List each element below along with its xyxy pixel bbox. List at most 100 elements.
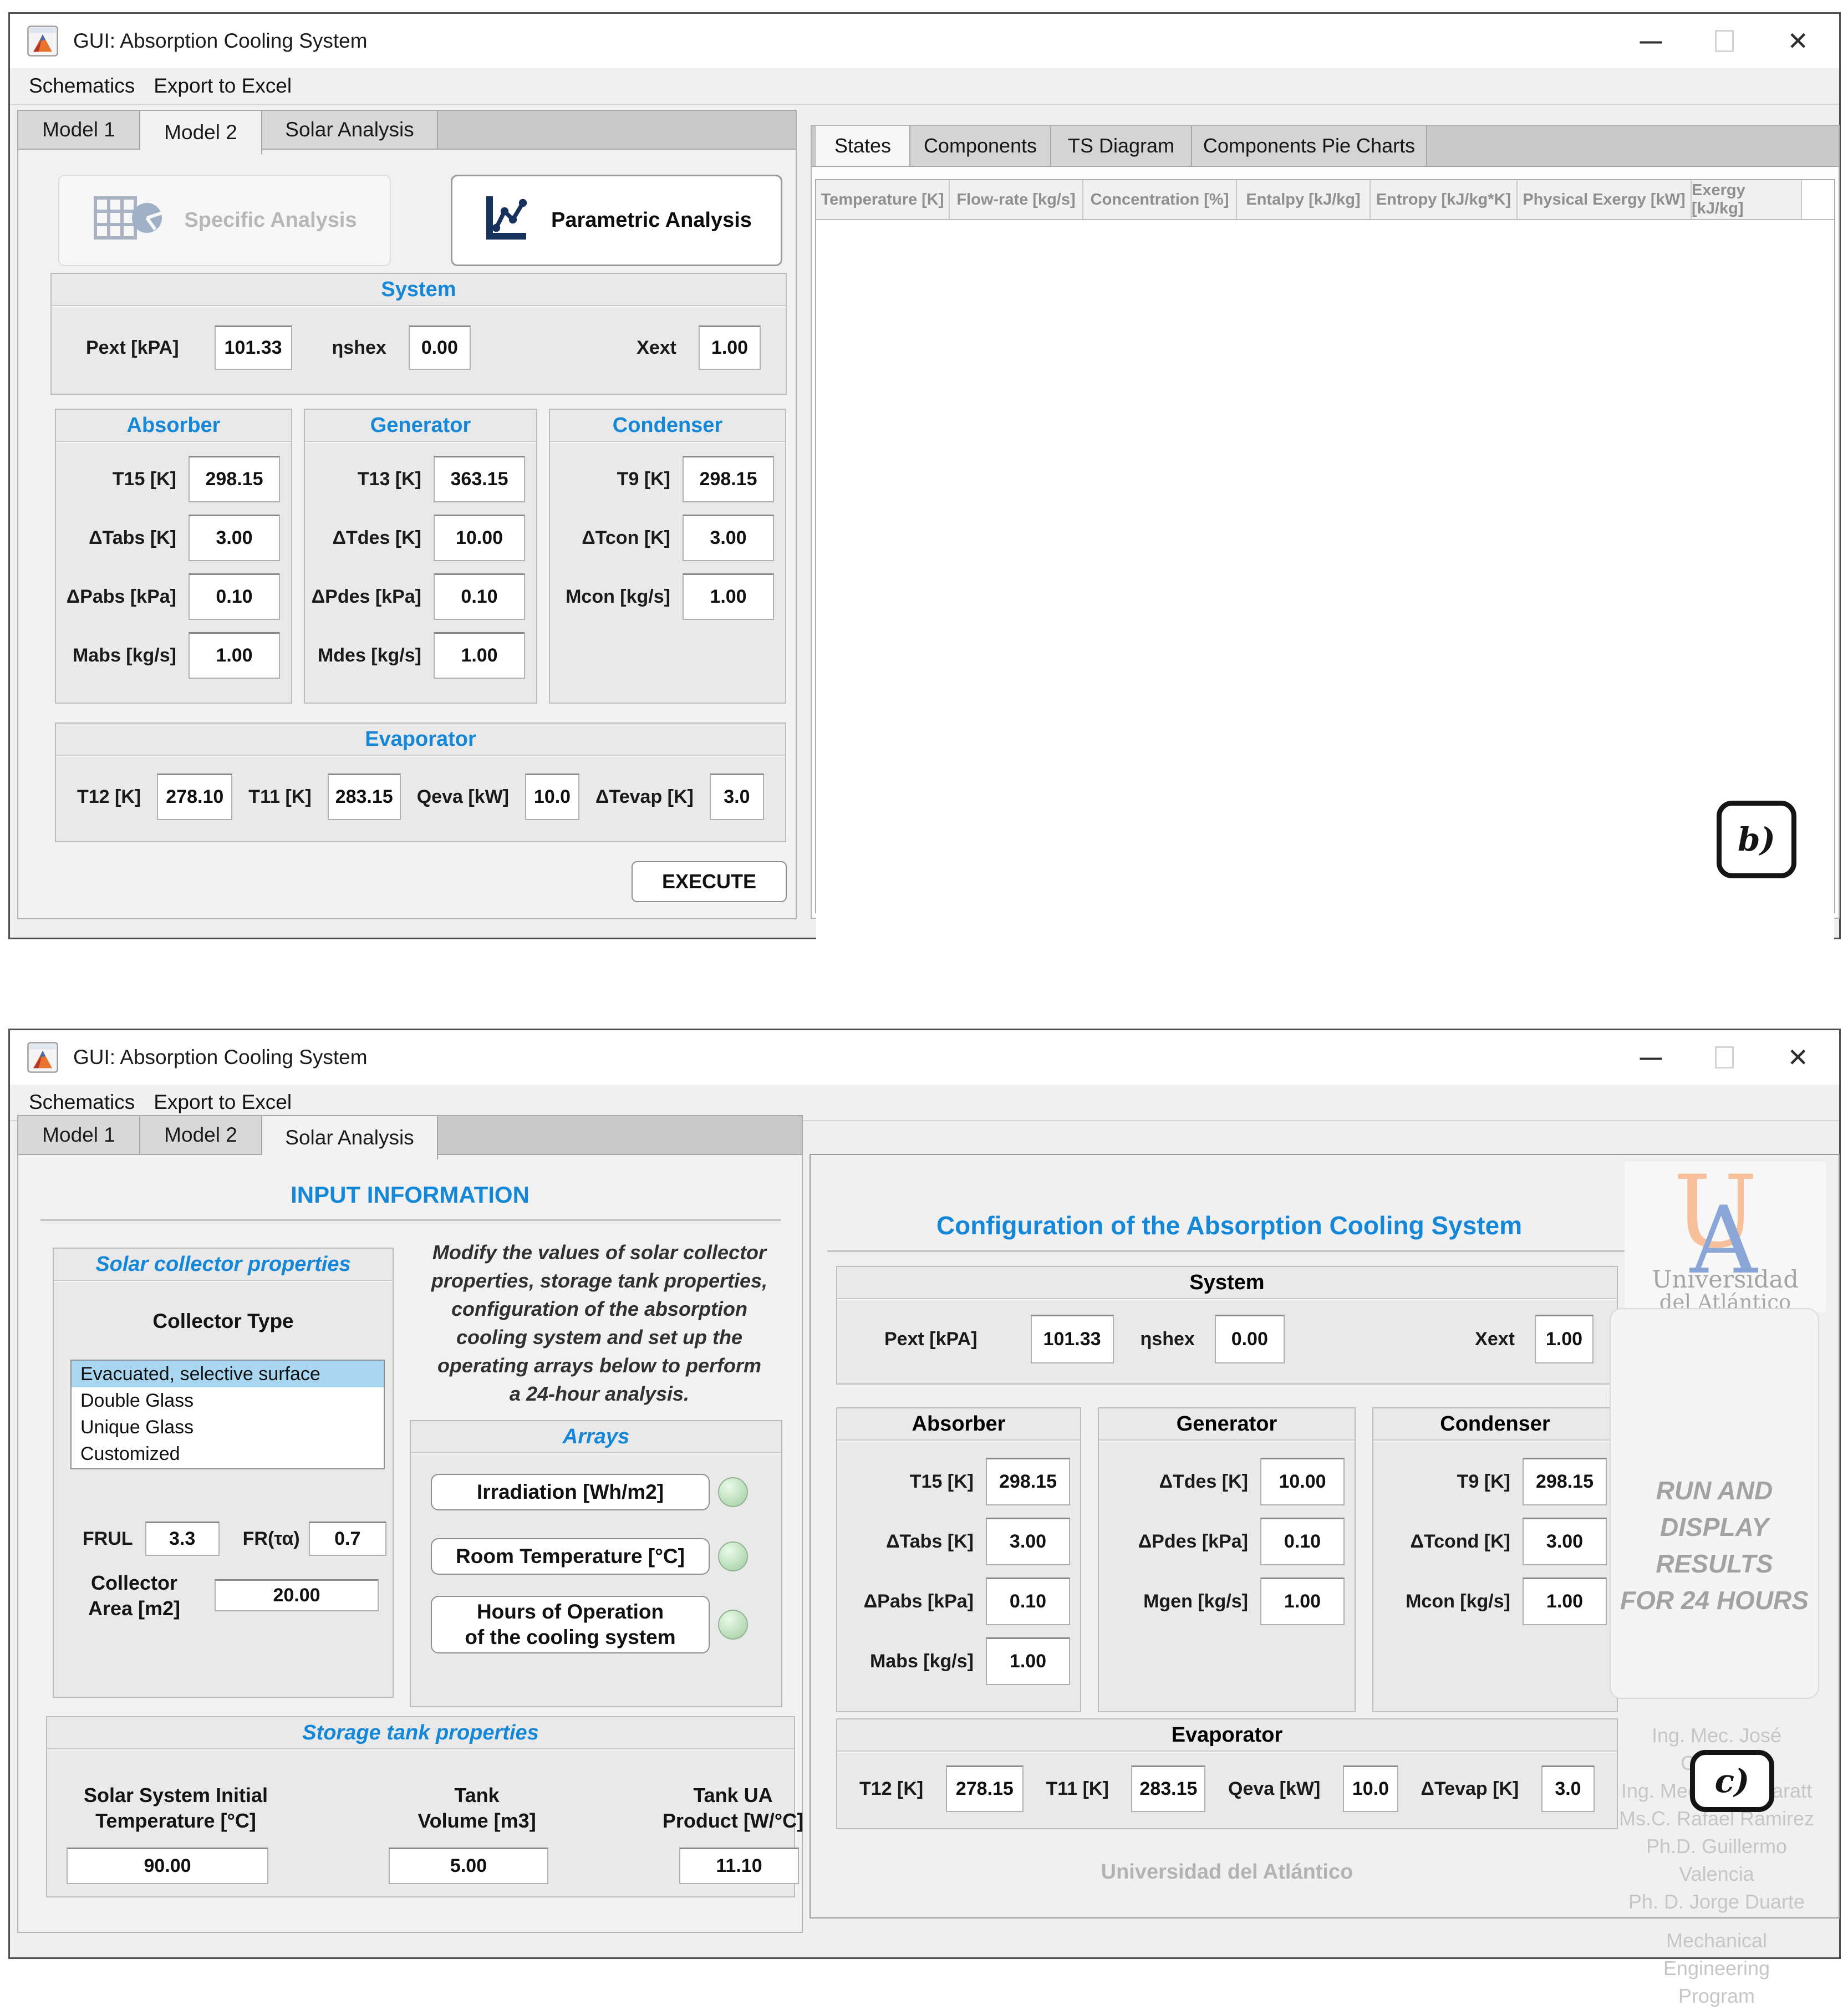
tank-ua-field[interactable] bbox=[679, 1848, 799, 1884]
dtcon-field[interactable] bbox=[683, 515, 774, 561]
mgen-field[interactable] bbox=[1260, 1578, 1345, 1625]
arrays-group: Arrays Irradiation [Wh/m2] Room Temperat… bbox=[410, 1420, 782, 1707]
menubar: Schematics Export to Excel bbox=[10, 68, 1839, 105]
dpdes-field[interactable] bbox=[1260, 1518, 1345, 1565]
xext-field[interactable] bbox=[1535, 1315, 1594, 1363]
collector-area-field[interactable] bbox=[215, 1579, 379, 1611]
dtevap-field[interactable] bbox=[710, 774, 764, 820]
dtdes-field[interactable] bbox=[1260, 1458, 1345, 1505]
tab-states[interactable]: States bbox=[816, 126, 910, 166]
tab-solar-analysis[interactable]: Solar Analysis bbox=[262, 1116, 438, 1159]
specific-analysis-button[interactable]: Specific Analysis bbox=[58, 175, 391, 266]
menu-export-to-excel[interactable]: Export to Excel bbox=[154, 74, 292, 98]
university-footer: Universidad del Atlántico bbox=[836, 1860, 1618, 1884]
mabs-field[interactable] bbox=[986, 1637, 1070, 1685]
frta-field[interactable] bbox=[309, 1522, 386, 1556]
hours-of-operation-button[interactable]: Hours of Operation of the cooling system bbox=[431, 1596, 710, 1653]
minimize-icon[interactable]: — bbox=[1640, 30, 1662, 52]
run-line-4: FOR 24 HOURS bbox=[1620, 1582, 1809, 1619]
dtcond-field[interactable] bbox=[1523, 1518, 1607, 1565]
menu-export-to-excel[interactable]: Export to Excel bbox=[154, 1091, 292, 1114]
t9-field[interactable] bbox=[1523, 1458, 1607, 1505]
system-group-title: System bbox=[52, 274, 786, 306]
col-exergy: Exergy [kJ/kg] bbox=[1692, 180, 1802, 219]
frul-field[interactable] bbox=[145, 1522, 220, 1556]
tab-model-1[interactable]: Model 1 bbox=[18, 111, 140, 149]
qeva-field[interactable] bbox=[525, 774, 579, 820]
window-title: GUI: Absorption Cooling System bbox=[73, 1046, 368, 1069]
minimize-icon[interactable]: — bbox=[1640, 1046, 1662, 1068]
parametric-analysis-button[interactable]: Parametric Analysis bbox=[451, 175, 782, 266]
dpdes-field[interactable] bbox=[434, 573, 525, 620]
system-group: System Pext [kPA] ηshex Xext bbox=[836, 1266, 1618, 1385]
t15-field[interactable] bbox=[189, 456, 280, 502]
t15-field[interactable] bbox=[986, 1458, 1070, 1505]
room-temperature-button[interactable]: Room Temperature [°C] bbox=[431, 1538, 710, 1575]
t9-field[interactable] bbox=[683, 456, 774, 502]
mdes-field[interactable] bbox=[434, 632, 525, 679]
t11-label: T11 [K] bbox=[1046, 1778, 1108, 1800]
room-temperature-lamp-icon bbox=[718, 1541, 748, 1571]
maximize-icon[interactable] bbox=[1715, 1046, 1734, 1068]
dtcon-label: ΔTcon [K] bbox=[582, 527, 670, 549]
tab-model-2[interactable]: Model 2 bbox=[140, 1116, 262, 1154]
menu-schematics[interactable]: Schematics bbox=[29, 1091, 135, 1114]
xext-field[interactable] bbox=[699, 325, 761, 370]
menu-schematics[interactable]: Schematics bbox=[29, 74, 135, 98]
solar-input-panel: INPUT INFORMATION Solar collector proper… bbox=[17, 1154, 803, 1933]
tab-model-1[interactable]: Model 1 bbox=[18, 1116, 140, 1154]
option-unique-glass[interactable]: Unique Glass bbox=[72, 1414, 384, 1441]
window-controls: — ✕ bbox=[1640, 1030, 1809, 1085]
tab-ts-diagram[interactable]: TS Diagram bbox=[1051, 126, 1192, 166]
close-icon[interactable]: ✕ bbox=[1787, 1045, 1809, 1070]
tank-volume-field[interactable] bbox=[389, 1848, 548, 1884]
credit-line: Mechanical Engineering bbox=[1613, 1927, 1820, 1982]
tab-model-2[interactable]: Model 2 bbox=[140, 111, 262, 154]
tab-components-pie-charts[interactable]: Components Pie Charts bbox=[1192, 126, 1427, 166]
maximize-icon[interactable] bbox=[1715, 30, 1734, 52]
mcon-field[interactable] bbox=[1523, 1578, 1607, 1625]
mcon-field[interactable] bbox=[683, 573, 774, 620]
option-evacuated-selective[interactable]: Evacuated, selective surface bbox=[72, 1361, 384, 1387]
qeva-field[interactable] bbox=[1343, 1765, 1398, 1812]
dtdes-field[interactable] bbox=[434, 515, 525, 561]
configuration-title: Configuration of the Absorption Cooling … bbox=[822, 1210, 1637, 1240]
pext-field[interactable] bbox=[1031, 1315, 1114, 1363]
irradiation-button[interactable]: Irradiation [Wh/m2] bbox=[431, 1474, 710, 1510]
option-double-glass[interactable]: Double Glass bbox=[72, 1387, 384, 1414]
evaporator-group: Evaporator T12 [K] T11 [K] Qeva [kW] ΔTe… bbox=[55, 722, 786, 842]
mabs-field[interactable] bbox=[189, 632, 280, 679]
dtevap-field[interactable] bbox=[1541, 1765, 1595, 1812]
nshex-field[interactable] bbox=[409, 325, 471, 370]
pext-label: Pext [kPA] bbox=[86, 337, 179, 359]
dtcond-label: ΔTcond [K] bbox=[1410, 1531, 1510, 1553]
solar-initial-temp-field[interactable] bbox=[67, 1848, 268, 1884]
close-icon[interactable]: ✕ bbox=[1787, 28, 1809, 54]
divider bbox=[40, 1219, 781, 1221]
run-24-hours-button[interactable]: RUN AND DISPLAY RESULTS FOR 24 HOURS bbox=[1610, 1308, 1819, 1699]
dtabs-field[interactable] bbox=[189, 515, 280, 561]
tab-solar-analysis[interactable]: Solar Analysis bbox=[262, 111, 438, 149]
t12-field[interactable] bbox=[157, 774, 232, 820]
results-tabstrip: States Components TS Diagram Components … bbox=[812, 126, 1839, 167]
collector-type-listbox: Evacuated, selective surface Double Glas… bbox=[70, 1360, 385, 1469]
model-tabstrip: Model 1 Model 2 Solar Analysis bbox=[17, 1115, 803, 1155]
tab-components[interactable]: Components bbox=[910, 126, 1051, 166]
dpdes-label: ΔPdes [kPa] bbox=[1138, 1531, 1248, 1553]
generator-group-title: Generator bbox=[1099, 1408, 1355, 1441]
t11-field[interactable] bbox=[1131, 1765, 1205, 1812]
dtabs-field[interactable] bbox=[986, 1518, 1070, 1565]
t13-field[interactable] bbox=[434, 456, 525, 502]
dpabs-field[interactable] bbox=[189, 573, 280, 620]
nshex-field[interactable] bbox=[1215, 1315, 1285, 1363]
xext-label: Xext bbox=[637, 337, 676, 359]
execute-button[interactable]: EXECUTE bbox=[632, 861, 787, 902]
option-customized[interactable]: Customized bbox=[72, 1441, 384, 1467]
dpabs-field[interactable] bbox=[986, 1578, 1070, 1625]
pext-field[interactable] bbox=[215, 325, 292, 370]
results-panel: States Components TS Diagram Components … bbox=[811, 125, 1840, 919]
collector-type-label: Collector Type bbox=[54, 1310, 393, 1333]
t12-field[interactable] bbox=[946, 1765, 1024, 1812]
parametric-analysis-label: Parametric Analysis bbox=[551, 208, 752, 232]
t11-field[interactable] bbox=[328, 774, 401, 820]
